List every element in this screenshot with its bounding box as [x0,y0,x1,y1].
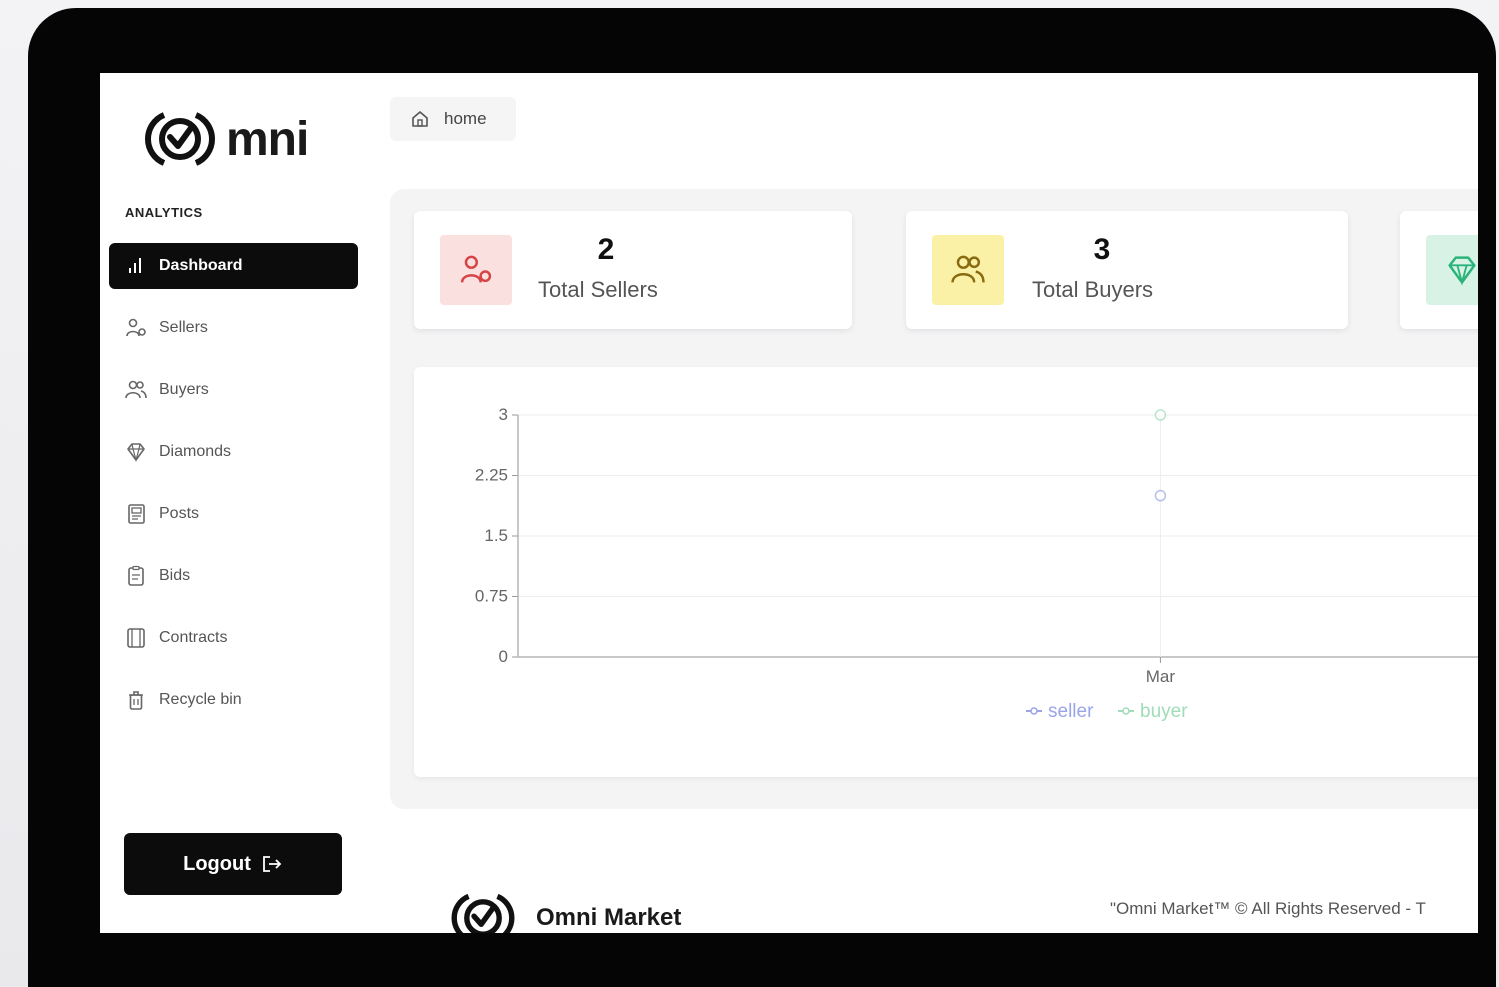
stat-value: 2 [597,233,615,266]
contracts-icon [127,628,145,648]
buyers-icon [125,380,147,399]
section-label: ANALYTICS [125,205,203,220]
sidebar-item-sellers[interactable]: Sellers [109,305,358,351]
y-tick-label: 0.75 [475,587,508,606]
breadcrumb-label: home [444,109,487,128]
sidebar-item-bids[interactable]: Bids [109,553,358,599]
sidebar-item-recycle-bin[interactable]: Recycle bin [109,677,358,723]
legend-label-buyer: buyer [1140,701,1188,722]
sidebar-item-label: Sellers [159,319,208,336]
home-icon [412,111,428,127]
stat-label: Total Buyers [1032,277,1154,302]
dashboard-panel: 2 Total Sellers 3 Total Buyers 00.75 1.5… [390,189,1478,809]
sidebar-item-dashboard[interactable]: Dashboard [109,243,358,289]
sidebar-nav: Dashboard Sellers Buyers Diamonds Posts [109,243,358,739]
y-tick-label: 3 [499,405,508,424]
main-content: home 2 Total Sellers 3 Total Buyers 0 0.… [368,73,1478,933]
legend-marker-buyer [1122,707,1130,715]
sidebar: mni ANALYTICS Dashboard Sellers Buyers D… [100,73,368,933]
stat-icon-box [440,235,512,305]
x-tick-label: Mar [1146,667,1176,686]
trash-icon [129,691,143,710]
stat-label: Total Sellers [538,277,658,302]
stat-value: 3 [1093,233,1111,266]
sidebar-item-posts[interactable]: Posts [109,491,358,537]
sidebar-item-contracts[interactable]: Contracts [109,615,358,661]
footer-name: Omni Market [536,904,682,931]
bar-chart-icon [129,258,141,273]
stat-icon-box [1426,235,1478,305]
legend-marker-seller [1030,707,1038,715]
laptop-frame: mni ANALYTICS Dashboard Sellers Buyers D… [28,8,1496,987]
data-point-seller [1154,489,1167,502]
stat-card-buyers[interactable]: 3 Total Buyers [906,211,1348,329]
y-tick-label: 2.25 [475,466,508,485]
logo-text: mni [226,112,309,166]
stat-card-diamonds[interactable] [1400,211,1478,329]
stat-card-sellers[interactable]: 2 Total Sellers [414,211,852,329]
sidebar-item-label: Diamonds [159,443,232,460]
sidebar-item-label: Bids [159,567,191,584]
logout-icon [262,856,282,872]
omni-logo-icon [145,112,215,166]
diamond-icon [1448,256,1476,286]
line-chart: 0 0.75 1.5 2.25 3 Mar seller buyer [475,405,1478,722]
sidebar-item-label: Buyers [159,381,209,398]
sidebar-item-diamonds[interactable]: Diamonds [109,429,358,475]
app-screen: mni ANALYTICS Dashboard Sellers Buyers D… [100,73,1478,933]
omni-logo-icon [451,893,515,933]
sidebar-item-label: Contracts [159,629,228,646]
breadcrumb[interactable]: home [390,97,516,141]
seller-icon [460,255,492,283]
y-tick-label: 1.5 [484,526,508,545]
y-tick-label: 0 [499,647,508,666]
logout-button[interactable]: Logout [124,833,342,895]
legend-label-seller: seller [1048,701,1094,722]
sidebar-item-label: Recycle bin [159,691,242,708]
bids-icon [128,565,144,586]
copyright-text: "Omni Market™ © All Rights Reserved - T [1110,899,1426,918]
data-point-buyer [1154,409,1167,421]
seller-icon [126,318,146,337]
sidebar-item-buyers[interactable]: Buyers [109,367,358,413]
stat-icon-box [932,235,1004,305]
sidebar-item-label: Dashboard [159,257,243,274]
posts-icon [128,504,145,524]
chart-card: 0 0.75 1.5 2.25 3 Mar seller buyer [414,367,1478,777]
diamond-icon [127,443,145,463]
logout-label: Logout [183,852,251,875]
buyers-icon [951,255,985,283]
sidebar-item-label: Posts [159,505,200,522]
footer-brand: Omni Market [448,891,681,933]
app-logo[interactable]: mni [142,109,309,169]
